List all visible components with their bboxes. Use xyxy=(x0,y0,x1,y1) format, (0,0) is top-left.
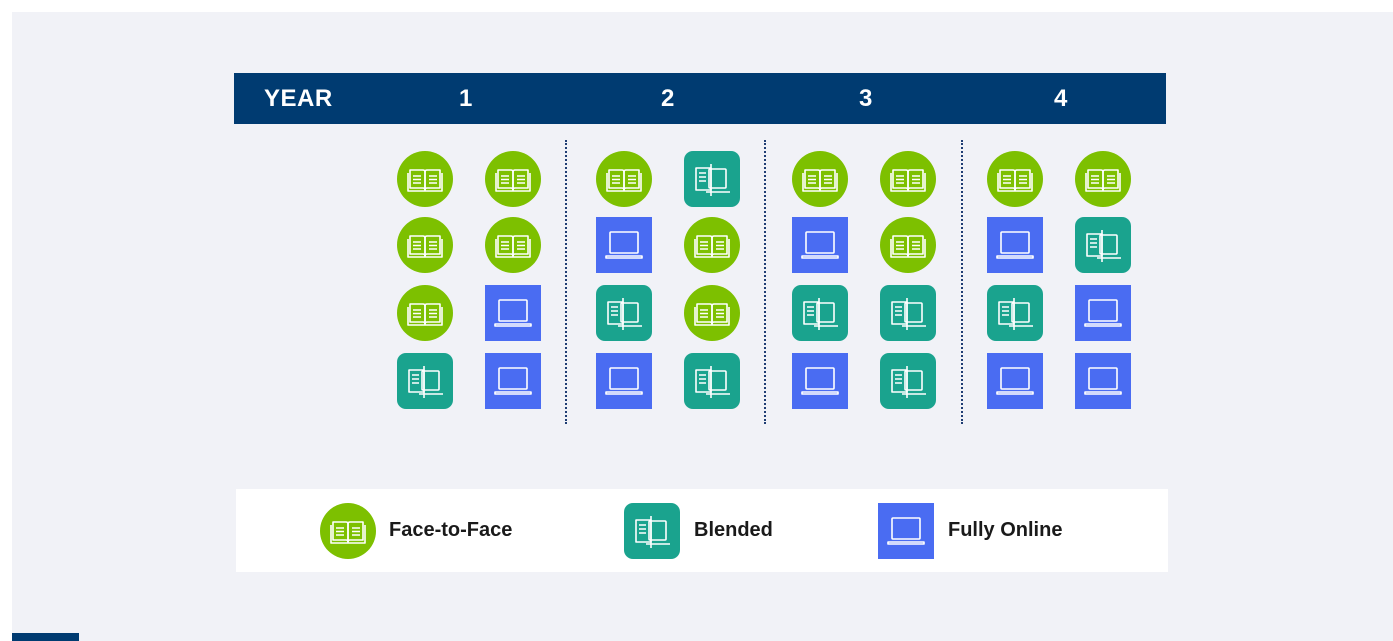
open-book-icon xyxy=(407,235,443,258)
legend: Face-to-Face Blended Fully Online xyxy=(236,489,1168,572)
year-label: YEAR xyxy=(264,85,333,112)
open-book-icon xyxy=(890,235,926,258)
laptop-icon xyxy=(801,367,839,395)
year-1-label: 1 xyxy=(459,85,473,112)
laptop-icon xyxy=(494,299,532,327)
open-book-icon xyxy=(606,169,642,192)
year-header-bar: YEAR 1 2 3 4 xyxy=(234,73,1166,124)
year1-row1-col2-f2f-tile xyxy=(485,151,541,207)
book-laptop-icon xyxy=(891,366,926,398)
year4-row4-col1-online-tile xyxy=(987,353,1043,409)
laptop-icon xyxy=(494,367,532,395)
open-book-icon xyxy=(694,303,730,326)
laptop-icon xyxy=(887,517,925,545)
year3-row1-col2-f2f-tile xyxy=(880,151,936,207)
year3-row4-col2-blended-tile xyxy=(880,353,936,409)
laptop-icon xyxy=(605,231,643,259)
laptop-icon xyxy=(801,231,839,259)
year2-row1-col1-f2f-tile xyxy=(596,151,652,207)
open-book-icon xyxy=(495,235,531,258)
year4-row2-col1-online-tile xyxy=(987,217,1043,273)
laptop-icon xyxy=(996,367,1034,395)
book-laptop-icon xyxy=(408,366,443,398)
year2-row2-col2-f2f-tile xyxy=(684,217,740,273)
open-book-icon xyxy=(890,169,926,192)
open-book-icon xyxy=(997,169,1033,192)
legend-blended-label: Blended xyxy=(694,519,773,541)
book-laptop-icon xyxy=(1086,230,1121,262)
book-laptop-icon xyxy=(635,516,670,548)
book-laptop-icon xyxy=(695,366,730,398)
book-laptop-icon xyxy=(695,164,730,196)
year-2-label: 2 xyxy=(661,85,675,112)
year2-row4-col2-blended-tile xyxy=(684,353,740,409)
book-laptop-icon xyxy=(803,298,838,330)
book-laptop-icon xyxy=(891,298,926,330)
open-book-icon xyxy=(407,169,443,192)
year2-row2-col1-online-tile xyxy=(596,217,652,273)
book-laptop-icon xyxy=(607,298,642,330)
year4-row3-col2-online-tile xyxy=(1075,285,1131,341)
year3-row2-col2-f2f-tile xyxy=(880,217,936,273)
year1-row4-col2-online-tile xyxy=(485,353,541,409)
corner-accent xyxy=(12,633,79,641)
year1-row2-col2-f2f-tile xyxy=(485,217,541,273)
year2-row3-col1-blended-tile xyxy=(596,285,652,341)
laptop-icon xyxy=(1084,299,1122,327)
year1-row2-col1-f2f-tile xyxy=(397,217,453,273)
open-book-icon xyxy=(407,303,443,326)
legend-online-icon xyxy=(878,503,934,559)
year3-row4-col1-online-tile xyxy=(792,353,848,409)
year4-row1-col1-f2f-tile xyxy=(987,151,1043,207)
year-divider-2-3 xyxy=(764,140,766,424)
laptop-icon xyxy=(1084,367,1122,395)
year2-row4-col1-online-tile xyxy=(596,353,652,409)
year2-row1-col2-blended-tile xyxy=(684,151,740,207)
laptop-icon xyxy=(996,231,1034,259)
year2-row3-col2-f2f-tile xyxy=(684,285,740,341)
year-divider-3-4 xyxy=(961,140,963,424)
open-book-icon xyxy=(330,521,366,544)
year1-row3-col2-online-tile xyxy=(485,285,541,341)
year3-row1-col1-f2f-tile xyxy=(792,151,848,207)
year3-row3-col2-blended-tile xyxy=(880,285,936,341)
legend-online-label: Fully Online xyxy=(948,519,1063,541)
year1-row1-col1-f2f-tile xyxy=(397,151,453,207)
year4-row1-col2-f2f-tile xyxy=(1075,151,1131,207)
year4-row2-col2-blended-tile xyxy=(1075,217,1131,273)
year-4-label: 4 xyxy=(1054,85,1068,112)
year3-row3-col1-blended-tile xyxy=(792,285,848,341)
year3-row2-col1-online-tile xyxy=(792,217,848,273)
open-book-icon xyxy=(495,169,531,192)
book-laptop-icon xyxy=(998,298,1033,330)
laptop-icon xyxy=(605,367,643,395)
legend-blended-icon xyxy=(624,503,680,559)
open-book-icon xyxy=(1085,169,1121,192)
open-book-icon xyxy=(694,235,730,258)
year-3-label: 3 xyxy=(859,85,873,112)
legend-f2f-icon xyxy=(320,503,376,559)
year-divider-1-2 xyxy=(565,140,567,424)
year4-row4-col2-online-tile xyxy=(1075,353,1131,409)
year1-row4-col1-blended-tile xyxy=(397,353,453,409)
open-book-icon xyxy=(802,169,838,192)
legend-f2f-label: Face-to-Face xyxy=(389,519,513,541)
year4-row3-col1-blended-tile xyxy=(987,285,1043,341)
year1-row3-col1-f2f-tile xyxy=(397,285,453,341)
